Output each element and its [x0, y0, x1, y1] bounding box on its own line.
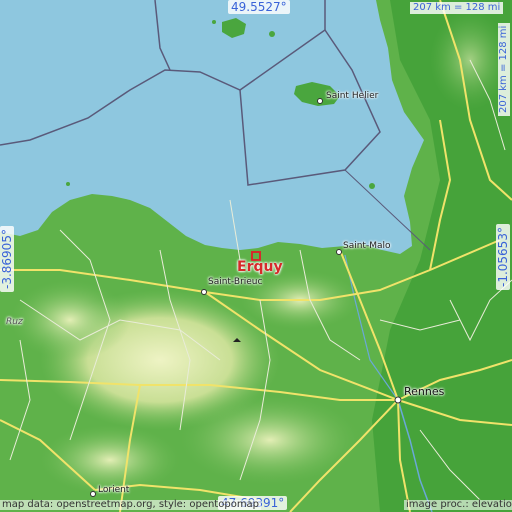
scale-horizontal: 207 km = 128 mi: [410, 2, 504, 14]
city-label: Rennes: [404, 385, 445, 398]
city-label: Saint-Brieuc: [208, 277, 263, 287]
city-label: Saint Helier: [326, 91, 379, 101]
city-label: Lorient: [98, 485, 130, 495]
scale-vertical: 207 km = 128 mi: [498, 22, 510, 116]
credit-right: image proc.: elevation.city: [404, 500, 512, 510]
coord-top-lat: 49.5527°: [228, 0, 290, 14]
place-label: Erquy: [237, 259, 283, 275]
coord-left-lon: -3.86905°: [0, 226, 14, 292]
minor-place-label: Ruz: [6, 317, 23, 327]
terrain-map: [0, 0, 512, 512]
coord-right-lon: -1.05653°: [496, 224, 510, 290]
credit-left: map data: openstreetmap.org, style: open…: [0, 499, 262, 510]
map-view[interactable]: 49.5527° 47.69391° -3.86905° -1.05653° 2…: [0, 0, 512, 512]
city-label: Saint-Malo: [343, 241, 391, 251]
